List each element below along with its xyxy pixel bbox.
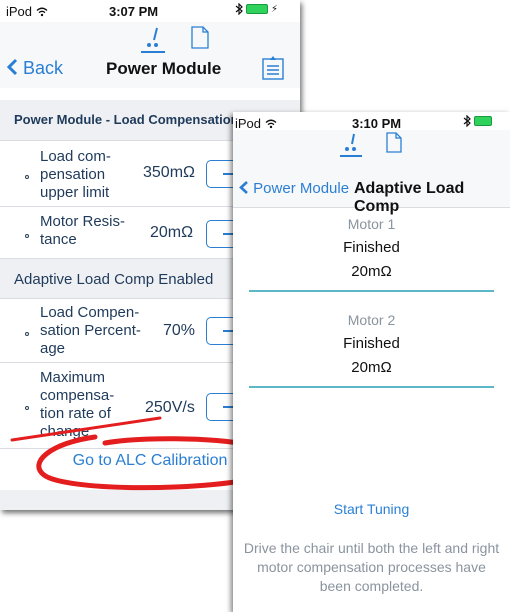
motor-resistance: 20mΩ	[351, 263, 392, 280]
document-list-icon[interactable]	[262, 56, 284, 80]
divider	[249, 290, 494, 292]
battery-icon	[474, 116, 492, 126]
battery-icon	[246, 4, 268, 14]
document-icon[interactable]	[190, 26, 210, 50]
back-button[interactable]: Power Module	[239, 180, 349, 197]
setting-label: Motor Resis- tance	[40, 213, 126, 248]
motor-name: Motor 1	[347, 216, 396, 232]
setting-value: 20mΩ	[150, 224, 194, 241]
setting-label: Maximum compensa- tion rate of change	[40, 369, 115, 440]
status-bar: iPod 3:07 PM ⚡	[0, 0, 300, 22]
motor-resistance: 20mΩ	[351, 359, 392, 376]
setting-value: 350mΩ	[143, 164, 195, 181]
navigation-bar: Power Module Adaptive Load Comp	[233, 130, 510, 215]
page-title: Adaptive Load Comp	[354, 180, 465, 215]
bullet-icon	[25, 175, 29, 179]
carrier-label: iPod	[6, 4, 48, 19]
motor-status: Finished	[343, 335, 400, 352]
bullet-icon	[25, 406, 29, 410]
motor-2-card: Motor 2 Finished 20mΩ	[249, 308, 494, 388]
divider	[249, 386, 494, 388]
chevron-left-icon	[6, 58, 18, 76]
document-icon[interactable]	[385, 132, 403, 154]
carrier-label: iPod	[235, 116, 277, 131]
status-time: 3:07 PM	[109, 4, 159, 19]
tuning-tool-icon[interactable]	[340, 132, 362, 158]
instructions-text: Drive the chair until both the left and …	[243, 540, 500, 594]
setting-label: Load Compen- sation Percent- age	[40, 304, 141, 357]
motor-status: Finished	[343, 239, 400, 256]
tuning-tool-icon[interactable]	[141, 26, 165, 54]
adaptive-load-comp-screen: iPod 3:10 PM Power Module Adaptive Load …	[233, 112, 510, 612]
start-tuning-button[interactable]: Start Tuning	[233, 501, 510, 517]
bluetooth-icon	[463, 115, 471, 127]
status-time: 3:10 PM	[352, 116, 402, 131]
back-button[interactable]: Back	[6, 58, 63, 79]
wifi-icon	[265, 119, 277, 129]
setting-value: 70%	[163, 322, 196, 339]
setting-value: 250V/s	[145, 399, 195, 416]
setting-label: Load com- pensation upper limit	[40, 148, 111, 201]
motor-1-card: Motor 1 Finished 20mΩ	[249, 212, 494, 292]
wifi-icon	[36, 7, 48, 17]
motor-name: Motor 2	[347, 312, 396, 328]
chevron-left-icon	[239, 181, 248, 194]
page-title: Power Module	[106, 59, 222, 78]
charging-icon: ⚡	[271, 3, 279, 15]
bullet-icon	[25, 234, 29, 238]
bluetooth-icon	[235, 3, 243, 15]
bullet-icon	[25, 332, 29, 336]
navigation-bar: Back Power Module	[0, 22, 300, 88]
